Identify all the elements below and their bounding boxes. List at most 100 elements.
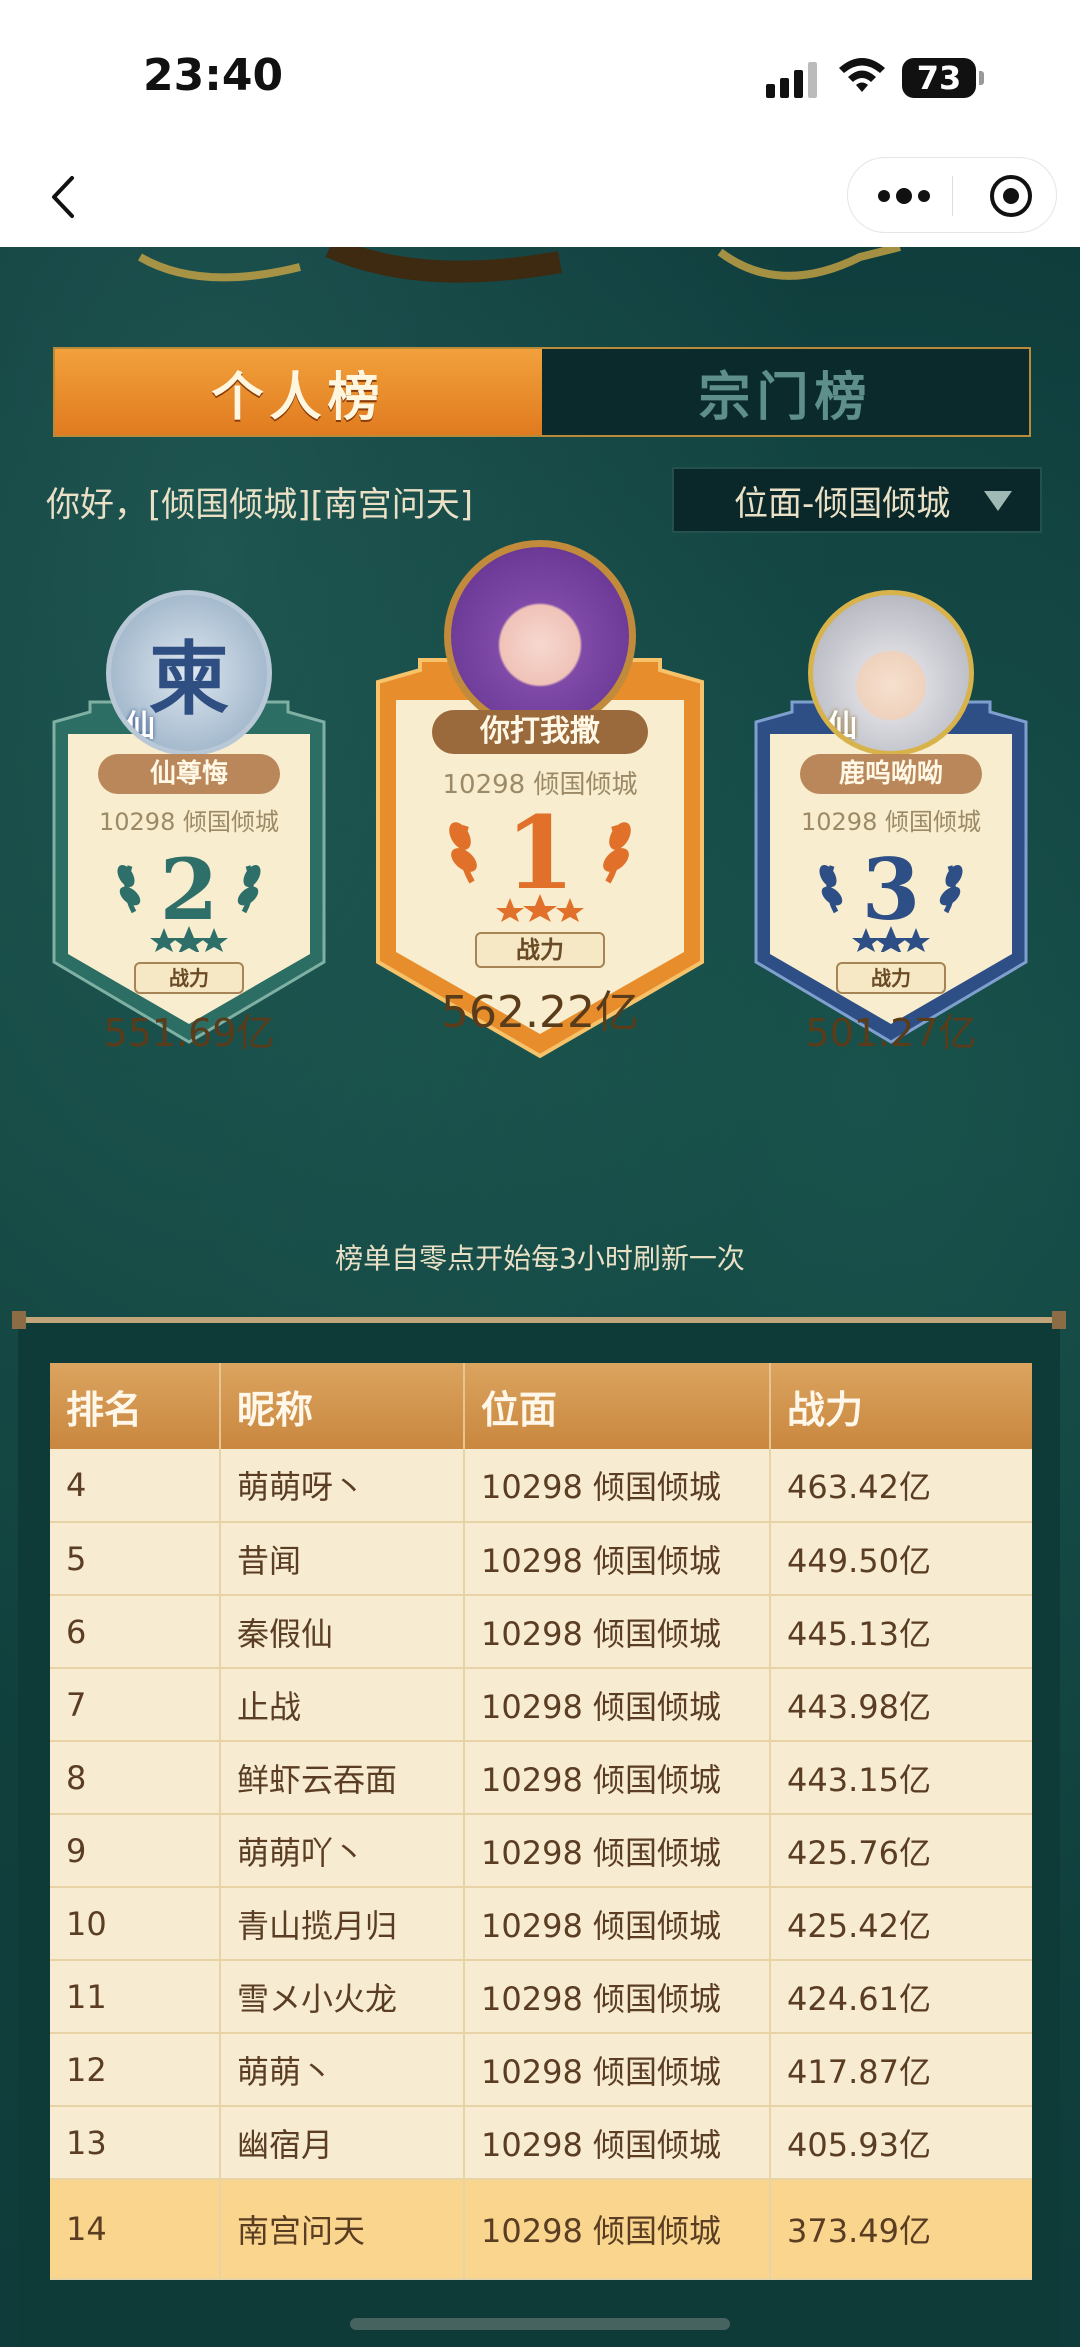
- cell-realm: 10298 倾国倾城: [464, 2179, 771, 2280]
- cell-rank: 12: [50, 2033, 221, 2107]
- cell-power: 449.50亿: [770, 1522, 1032, 1596]
- cell-nickname: 青山揽月归: [220, 1887, 465, 1961]
- cell-realm: 10298 倾国倾城: [464, 1668, 771, 1742]
- cell-realm: 10298 倾国倾城: [464, 1960, 771, 2034]
- cell-power: 405.93亿: [770, 2106, 1032, 2180]
- cell-rank: 10: [50, 1887, 221, 1961]
- title-banner-art: [137, 247, 901, 283]
- table-row[interactable]: 9 萌萌吖丶 10298 倾国倾城 425.76亿: [50, 1814, 1032, 1888]
- cell-realm: 10298 倾国倾城: [464, 2106, 771, 2180]
- immortal-badge: 仙: [827, 709, 857, 744]
- cell-power: 443.15亿: [770, 1741, 1032, 1815]
- table-row[interactable]: 12 萌萌丶 10298 倾国倾城 417.87亿: [50, 2033, 1032, 2107]
- player-realm-third: 10298 倾国倾城: [801, 808, 981, 836]
- cell-nickname: 鲜虾云吞面: [220, 1741, 465, 1815]
- power-value-first: 562.22亿: [441, 987, 639, 1038]
- cell-power: 425.42亿: [770, 1887, 1032, 1961]
- ranking-table-frame: 排名 昵称 位面 战力 4 萌萌呀丶 10298 倾国倾城 463.42亿 5 …: [12, 1311, 1066, 2347]
- cell-power: 424.61亿: [770, 1960, 1032, 2034]
- power-label-second: 战力: [134, 962, 244, 994]
- battery-indicator: 73: [902, 58, 984, 98]
- table-row[interactable]: 11 雪メ小火龙 10298 倾国倾城 424.61亿: [50, 1960, 1032, 2034]
- cell-power: 417.87亿: [770, 2033, 1032, 2107]
- cell-rank: 6: [50, 1595, 221, 1669]
- header-rank: 排名: [50, 1363, 221, 1449]
- power-label-first: 战力: [475, 932, 605, 968]
- player-name-second: 仙尊悔: [98, 754, 280, 794]
- table-row[interactable]: 4 萌萌呀丶 10298 倾国倾城 463.42亿: [50, 1449, 1032, 1523]
- cell-power: 463.42亿: [770, 1449, 1032, 1523]
- status-bar: 23:40 73: [0, 0, 1080, 150]
- status-time: 23:40: [143, 50, 284, 101]
- cell-realm: 10298 倾国倾城: [464, 1741, 771, 1815]
- cell-power: 445.13亿: [770, 1595, 1032, 1669]
- cell-power: 425.76亿: [770, 1814, 1032, 1888]
- cell-power: 373.49亿: [770, 2179, 1032, 2280]
- cell-rank: 4: [50, 1449, 221, 1523]
- cell-rank: 11: [50, 1960, 221, 2034]
- cell-nickname: 幽宿月: [220, 2106, 465, 2180]
- table-row[interactable]: 8 鲜虾云吞面 10298 倾国倾城 443.15亿: [50, 1741, 1032, 1815]
- player-name-third: 鹿呜呦呦: [800, 754, 982, 794]
- cell-rank: 5: [50, 1522, 221, 1596]
- nav-bar: [0, 150, 1080, 247]
- cell-realm: 10298 倾国倾城: [464, 1449, 771, 1523]
- avatar-third: 仙: [808, 590, 974, 756]
- realm-dropdown-value: 位面-倾国倾城: [734, 483, 951, 524]
- table-row-self[interactable]: 14 南宫问天 10298 倾国倾城 373.49亿: [50, 2179, 1032, 2280]
- close-miniprogram-icon[interactable]: [988, 173, 1034, 219]
- cell-rank: 9: [50, 1814, 221, 1888]
- cell-nickname: 萌萌丶: [220, 2033, 465, 2107]
- back-arrow-icon[interactable]: [40, 172, 90, 222]
- table-row[interactable]: 5 昔闻 10298 倾国倾城 449.50亿: [50, 1522, 1032, 1596]
- refresh-note: 榜单自零点开始每3小时刷新一次: [335, 1242, 745, 1275]
- podium-card-second[interactable]: 柬 仙 仙尊悔 10298 倾国倾城 2 战力 551.69亿: [48, 590, 330, 1055]
- header-power: 战力: [770, 1363, 1032, 1449]
- cell-realm: 10298 倾国倾城: [464, 2033, 771, 2107]
- miniprogram-capsule: [847, 157, 1057, 233]
- dropdown-arrow-icon: [984, 491, 1012, 511]
- tab-sect[interactable]: 宗门榜: [542, 349, 1029, 435]
- leaderboard-tabs: 个人榜 宗门榜: [53, 347, 1031, 437]
- cellular-signal-icon: [766, 62, 822, 98]
- realm-dropdown[interactable]: 位面-倾国倾城: [672, 467, 1042, 533]
- power-value-third: 501.27亿: [805, 1011, 977, 1055]
- cell-nickname: 秦假仙: [220, 1595, 465, 1669]
- cell-rank: 14: [50, 2179, 221, 2280]
- table-row[interactable]: 13 幽宿月 10298 倾国倾城 405.93亿: [50, 2106, 1032, 2180]
- header-nickname: 昵称: [220, 1363, 465, 1449]
- home-indicator: [350, 2318, 730, 2330]
- cell-rank: 13: [50, 2106, 221, 2180]
- cell-nickname: 止战: [220, 1668, 465, 1742]
- table-header-row: 排名 昵称 位面 战力: [50, 1363, 1032, 1449]
- rank-number-third: 3: [861, 840, 921, 939]
- more-options-icon[interactable]: [876, 184, 932, 208]
- tab-personal[interactable]: 个人榜: [55, 349, 542, 435]
- cell-nickname: 雪メ小火龙: [220, 1960, 465, 2034]
- header-realm: 位面: [464, 1363, 771, 1449]
- cell-realm: 10298 倾国倾城: [464, 1522, 771, 1596]
- leaderboard-stage: 个人榜 宗门榜 你好，[倾国倾城][南宫问天] 位面-倾国倾城 柬 仙 仙尊悔 …: [0, 247, 1080, 2347]
- greeting-text: 你好，[倾国倾城][南宫问天]: [46, 485, 474, 525]
- cell-rank: 8: [50, 1741, 221, 1815]
- capsule-divider: [952, 176, 953, 216]
- player-realm-second: 10298 倾国倾城: [99, 808, 279, 836]
- podium-card-third[interactable]: 仙 鹿呜呦呦 10298 倾国倾城 3 战力 501.27亿: [750, 590, 1032, 1055]
- cell-nickname: 昔闻: [220, 1522, 465, 1596]
- cell-realm: 10298 倾国倾城: [464, 1814, 771, 1888]
- podium-card-first[interactable]: 你打我撒 10298 倾国倾城 1 战力 562.22亿: [372, 540, 708, 1062]
- power-value-second: 551.69亿: [103, 1011, 275, 1055]
- cell-realm: 10298 倾国倾城: [464, 1887, 771, 1961]
- table-row[interactable]: 6 秦假仙 10298 倾国倾城 445.13亿: [50, 1595, 1032, 1669]
- rank-number-first: 1: [505, 794, 575, 912]
- table-row[interactable]: 7 止战 10298 倾国倾城 443.98亿: [50, 1668, 1032, 1742]
- cell-nickname: 萌萌吖丶: [220, 1814, 465, 1888]
- ranking-table: 排名 昵称 位面 战力 4 萌萌呀丶 10298 倾国倾城 463.42亿 5 …: [50, 1363, 1032, 2280]
- rank-number-second: 2: [159, 840, 219, 939]
- table-row[interactable]: 10 青山揽月归 10298 倾国倾城 425.42亿: [50, 1887, 1032, 1961]
- wifi-icon: [839, 58, 885, 92]
- avatar-first: [444, 540, 636, 732]
- cell-realm: 10298 倾国倾城: [464, 1595, 771, 1669]
- cell-power: 443.98亿: [770, 1668, 1032, 1742]
- power-label-third: 战力: [836, 962, 946, 994]
